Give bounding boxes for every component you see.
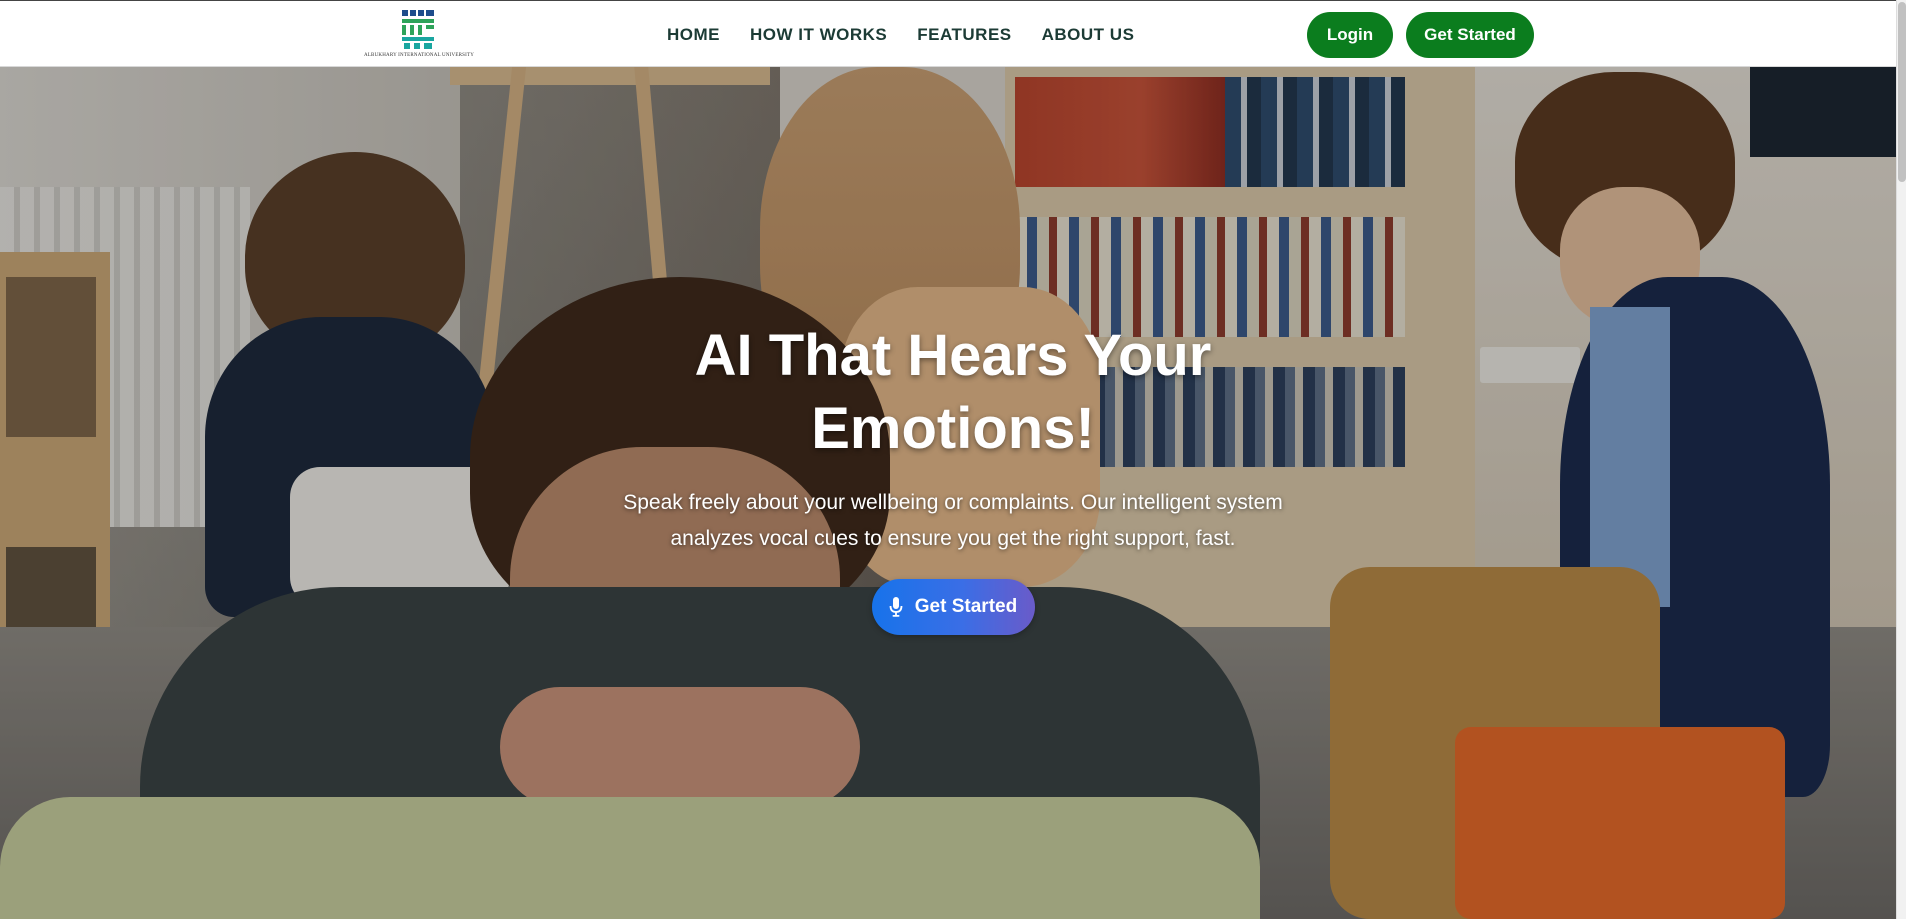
- hero-subtitle: Speak freely about your wellbeing or com…: [623, 491, 1283, 550]
- microphone-icon: [889, 597, 903, 617]
- nav-link-home[interactable]: HOME: [667, 25, 720, 45]
- nav-link-about-us[interactable]: ABOUT US: [1042, 25, 1135, 45]
- hero-section: AI That Hears Your Emotions! Speak freel…: [0, 67, 1906, 919]
- hero-get-started-button[interactable]: Get Started: [871, 579, 1035, 635]
- nav-link-features[interactable]: FEATURES: [917, 25, 1011, 45]
- hero-title: AI That Hears Your Emotions!: [694, 323, 1212, 461]
- hero-content: AI That Hears Your Emotions! Speak freel…: [0, 67, 1906, 919]
- scrollbar-thumb[interactable]: [1898, 2, 1906, 182]
- hero-get-started-label: Get Started: [914, 596, 1018, 617]
- university-logo-mark-icon: [402, 10, 434, 49]
- nav-get-started-button[interactable]: Get Started: [1406, 12, 1534, 58]
- university-logo-text: ALBUKHARY INTERNATIONAL UNIVERSITY: [363, 53, 475, 58]
- page-scrollbar[interactable]: [1896, 0, 1906, 919]
- top-navbar: ALBUKHARY INTERNATIONAL UNIVERSITY HOME …: [0, 0, 1906, 67]
- nav-link-how-it-works[interactable]: HOW IT WORKS: [750, 25, 887, 45]
- university-logo[interactable]: ALBUKHARY INTERNATIONAL UNIVERSITY: [364, 7, 474, 63]
- login-button[interactable]: Login: [1307, 12, 1393, 58]
- main-nav: HOME HOW IT WORKS FEATURES ABOUT US: [667, 25, 1164, 45]
